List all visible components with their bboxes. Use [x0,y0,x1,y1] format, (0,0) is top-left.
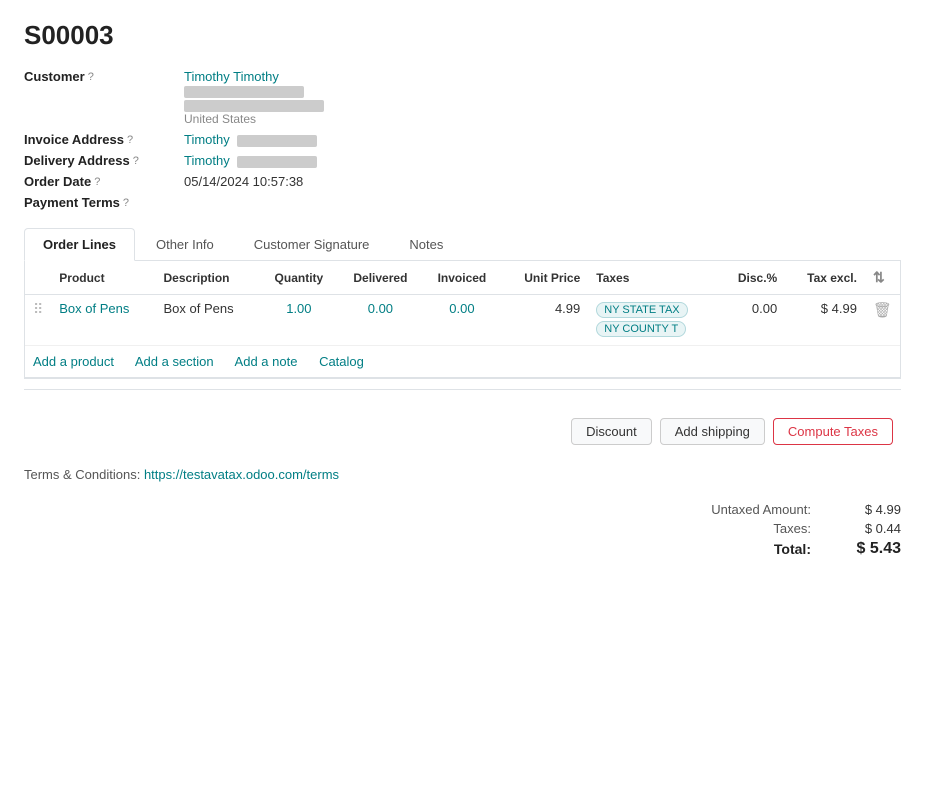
discount-button[interactable]: Discount [571,418,652,445]
actions-row: Discount Add shipping Compute Taxes [24,400,901,463]
customer-country: United States [184,112,324,126]
delivery-help-icon[interactable]: ? [133,155,139,167]
col-settings: ⇅ [865,261,900,295]
customer-label: Customer ? [24,69,184,84]
customer-value: Timothy Timothy United States [184,69,324,126]
col-description: Description [156,261,260,295]
untaxed-value: $ 4.99 [821,502,901,517]
taxes-value: $ 0.44 [821,521,901,536]
untaxed-label: Untaxed Amount: [661,502,821,517]
order-date-label: Order Date ? [24,174,184,189]
col-product: Product [51,261,155,295]
payment-terms-label: Payment Terms ? [24,195,184,210]
delivery-address-label: Delivery Address ? [24,153,184,168]
order-lines-section: Product Description Quantity Delivered I… [24,261,901,379]
payment-terms-row: Payment Terms ? [24,195,901,210]
delivery-address-value[interactable]: Timothy [184,153,317,168]
terms-conditions-row: Terms & Conditions: https://testavatax.o… [24,463,901,492]
col-disc-pct: Disc.% [718,261,785,295]
payment-terms-help-icon[interactable]: ? [123,197,129,209]
untaxed-amount-row: Untaxed Amount: $ 4.99 [661,502,901,517]
col-quantity: Quantity [260,261,338,295]
invoice-help-icon[interactable]: ? [127,134,133,146]
row-disc-pct[interactable]: 0.00 [718,295,785,346]
total-label: Total: [661,541,821,557]
row-unit-price[interactable]: 4.99 [501,295,588,346]
delivery-address-row: Delivery Address ? Timothy [24,153,901,168]
row-quantity[interactable]: 1.00 [260,295,338,346]
taxes-row: Taxes: $ 0.44 [661,521,901,536]
row-taxes: NY STATE TAX NY COUNTY T [588,295,718,346]
customer-name[interactable]: Timothy Timothy [184,69,279,84]
drag-handle-icon[interactable]: ⠿ [33,301,43,317]
row-drag-handle[interactable]: ⠿ [25,295,51,346]
tax-badge-state[interactable]: NY STATE TAX [596,302,687,318]
tab-customer-signature[interactable]: Customer Signature [235,228,389,260]
taxes-label: Taxes: [661,521,821,536]
catalog-link[interactable]: Catalog [319,354,364,369]
add-section-link[interactable]: Add a section [135,354,214,369]
tab-notes[interactable]: Notes [390,228,462,260]
col-unit-price: Unit Price [501,261,588,295]
totals-section: Untaxed Amount: $ 4.99 Taxes: $ 0.44 Tot… [24,492,901,568]
col-invoiced: Invoiced [423,261,501,295]
total-row: Total: $ 5.43 [661,540,901,558]
terms-link[interactable]: https://testavatax.odoo.com/terms [144,467,339,482]
tabs: Order Lines Other Info Customer Signatur… [24,228,901,260]
customer-field-row: Customer ? Timothy Timothy United States [24,69,901,126]
tab-other-info[interactable]: Other Info [137,228,233,260]
tab-order-lines[interactable]: Order Lines [24,228,135,261]
tabs-container: Order Lines Other Info Customer Signatur… [24,228,901,261]
order-lines-table: Product Description Quantity Delivered I… [25,261,900,346]
column-settings-icon[interactable]: ⇅ [873,269,885,285]
invoice-address-blurred [237,135,317,147]
tax-badge-county[interactable]: NY COUNTY T [596,321,686,337]
delete-row-icon[interactable]: 🗑 [873,302,892,319]
form-fields: Customer ? Timothy Timothy United States… [24,69,901,210]
compute-taxes-button[interactable]: Compute Taxes [773,418,893,445]
order-date-value: 05/14/2024 10:57:38 [184,174,303,189]
order-date-row: Order Date ? 05/14/2024 10:57:38 [24,174,901,189]
row-product[interactable]: Box of Pens [51,295,155,346]
order-date-help-icon[interactable]: ? [94,176,100,188]
row-delete[interactable]: 🗑 [865,295,900,346]
customer-help-icon[interactable]: ? [88,71,94,83]
col-taxes: Taxes [588,261,718,295]
total-value: $ 5.43 [821,540,901,558]
page-title: S00003 [24,20,901,51]
invoice-address-label: Invoice Address ? [24,132,184,147]
table-row: ⠿ Box of Pens Box of Pens 1.00 0.00 0.00… [25,295,900,346]
row-tax-excl: $ 4.99 [785,295,865,346]
divider [24,389,901,390]
address-line1-blurred [184,86,304,98]
add-row-actions: Add a product Add a section Add a note C… [25,346,900,378]
terms-prefix: Terms & Conditions: [24,467,140,482]
invoice-address-row: Invoice Address ? Timothy [24,132,901,147]
add-shipping-button[interactable]: Add shipping [660,418,765,445]
delivery-address-blurred [237,156,317,168]
col-delivered: Delivered [338,261,423,295]
add-product-link[interactable]: Add a product [33,354,114,369]
invoice-address-value[interactable]: Timothy [184,132,317,147]
table-header-row: Product Description Quantity Delivered I… [25,261,900,295]
add-note-link[interactable]: Add a note [235,354,298,369]
row-description[interactable]: Box of Pens [156,295,260,346]
row-invoiced[interactable]: 0.00 [423,295,501,346]
row-delivered[interactable]: 0.00 [338,295,423,346]
col-tax-excl: Tax excl. [785,261,865,295]
address-line2-blurred [184,100,324,112]
col-drag [25,261,51,295]
